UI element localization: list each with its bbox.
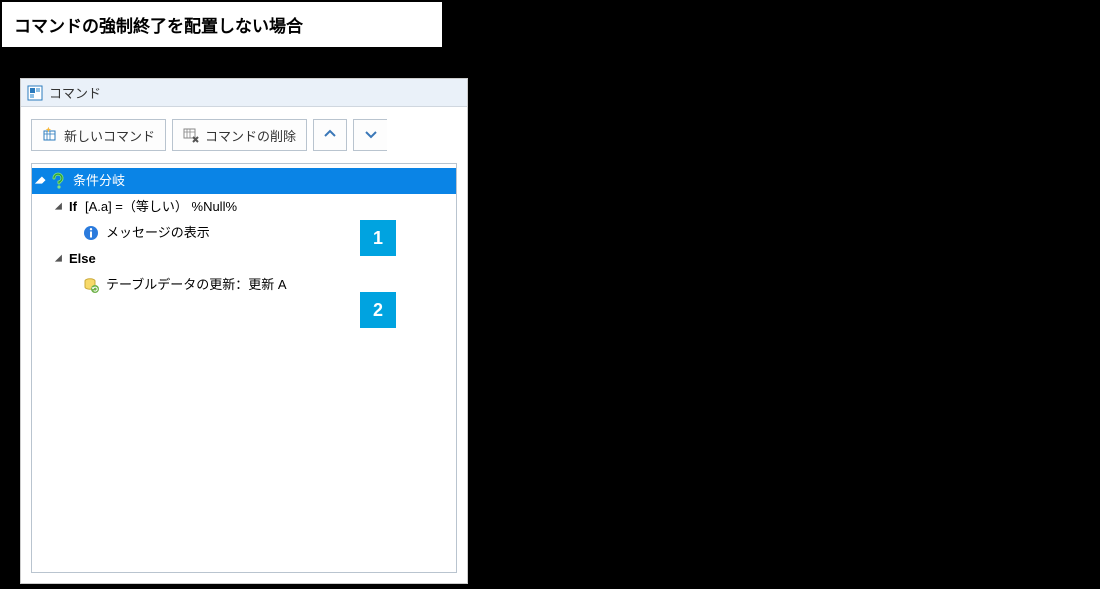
new-command-label: 新しいコマンド: [64, 126, 155, 145]
expand-toggle-icon[interactable]: [55, 255, 66, 266]
expand-toggle-icon[interactable]: [35, 177, 46, 188]
new-command-icon: [42, 127, 58, 143]
command-tree[interactable]: 条件分岐 If [A.a] =（等しい） %Null% メッセージの表示: [31, 163, 457, 573]
panel-header: コマンド: [21, 79, 467, 107]
callout-label: 2: [373, 300, 383, 321]
callout-2: 2: [360, 292, 396, 328]
tree-node-if[interactable]: If [A.a] =（等しい） %Null%: [32, 194, 456, 220]
if-expression: [A.a] =（等しい） %Null%: [85, 197, 237, 217]
chevron-down-icon: [365, 128, 377, 143]
tree-node-conditional[interactable]: 条件分岐: [32, 168, 456, 194]
new-command-button[interactable]: 新しいコマンド: [31, 119, 166, 151]
chevron-up-icon: [324, 128, 336, 143]
table-update-icon: [82, 276, 100, 294]
callout-1: 1: [360, 220, 396, 256]
caption-text: コマンドの強制終了を配置しない場合: [14, 17, 303, 36]
move-down-button[interactable]: [353, 119, 387, 151]
callout-label: 1: [373, 228, 383, 249]
tree-node-label: 条件分岐: [71, 171, 125, 191]
delete-command-label: コマンドの削除: [205, 126, 296, 145]
expand-toggle-icon[interactable]: [55, 203, 66, 214]
panel-icon: [27, 85, 43, 101]
if-keyword: If: [69, 197, 77, 217]
commands-panel: コマンド 新しいコマンド コマンドの削除: [20, 78, 468, 584]
delete-command-icon: [183, 127, 199, 143]
question-icon: [49, 172, 67, 190]
panel-title: コマンド: [49, 83, 101, 102]
else-keyword: Else: [69, 249, 96, 269]
delete-command-button[interactable]: コマンドの削除: [172, 119, 307, 151]
tree-node-label: テーブルデータの更新：更新 A: [104, 275, 287, 295]
toolbar: 新しいコマンド コマンドの削除: [21, 107, 467, 163]
tree-node-label: メッセージの表示: [104, 223, 210, 243]
caption-box: コマンドの強制終了を配置しない場合: [2, 2, 442, 47]
info-icon: [82, 224, 100, 242]
move-up-button[interactable]: [313, 119, 347, 151]
